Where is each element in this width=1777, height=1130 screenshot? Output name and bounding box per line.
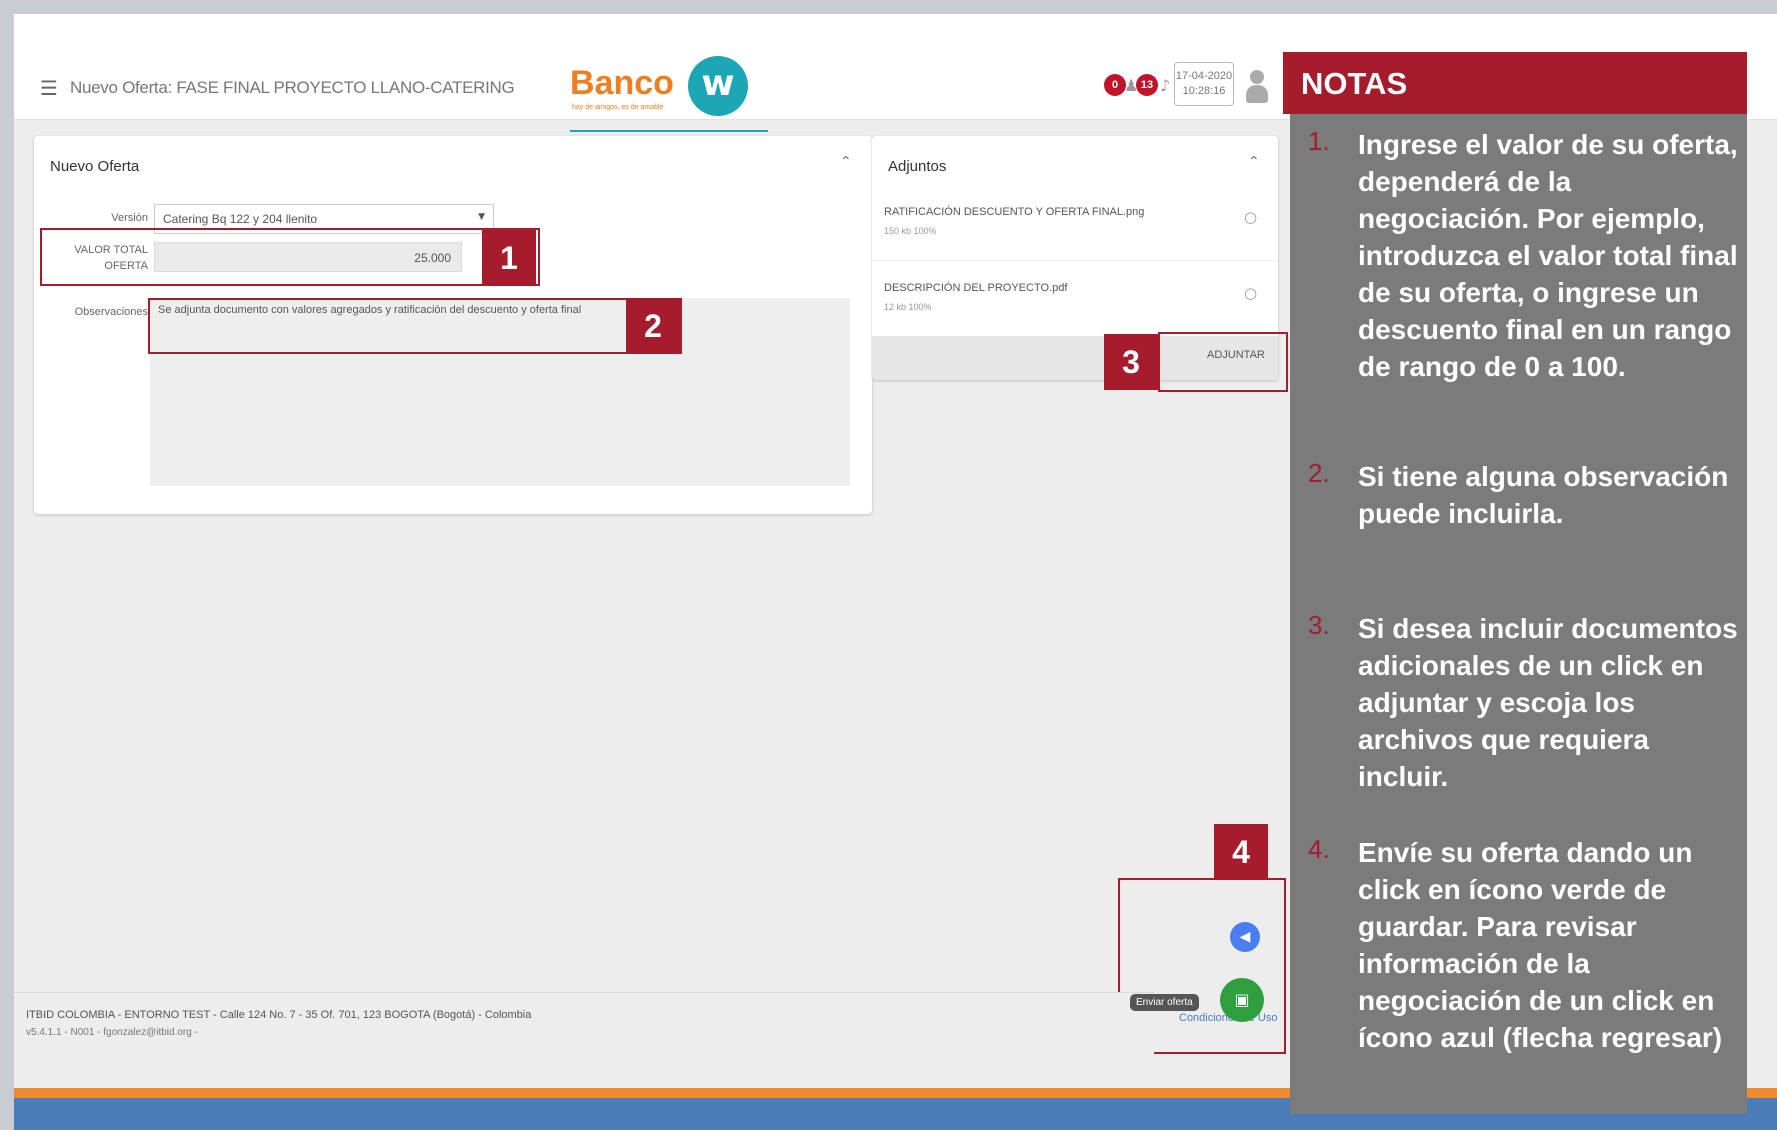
collapse-chevron-icon[interactable]: ⌃: [840, 154, 852, 170]
hamburger-menu-icon[interactable]: ☰: [40, 76, 58, 100]
footer-address: ITBID COLOMBIA - ENTORNO TEST - Calle 12…: [26, 1009, 532, 1021]
adjuntos-card-title: Adjuntos: [888, 158, 947, 175]
page-title: Nuevo Oferta: FASE FINAL PROYECTO LLANO-…: [70, 78, 515, 97]
notes-title: NOTAS: [1301, 66, 1408, 101]
attachment-remove-icon[interactable]: ○: [1244, 284, 1257, 302]
bell-icon[interactable]: ♪: [1160, 76, 1170, 95]
user-avatar-icon[interactable]: [1244, 70, 1270, 104]
oferta-card-title: Nuevo Oferta: [50, 158, 140, 175]
note-text: Ingrese el valor de su oferta, dependerá…: [1358, 129, 1738, 382]
observaciones-label: Observaciones: [74, 306, 148, 318]
note-number: 2.: [1308, 458, 1330, 488]
time-text: 10:28:16: [1182, 85, 1226, 97]
version-select-value: Catering Bq 122 y 204 llenito: [163, 212, 318, 226]
attachment-remove-icon[interactable]: ○: [1244, 208, 1257, 226]
version-label: Versión: [111, 212, 148, 224]
dropdown-caret-icon: ▼: [478, 212, 485, 222]
highlight-box-1: [40, 228, 540, 286]
notes-header: NOTAS: [1283, 52, 1747, 114]
enviar-oferta-tooltip: Enviar oferta: [1130, 994, 1199, 1011]
note-text: Si tiene alguna observación puede inclui…: [1358, 461, 1729, 529]
divider: [872, 260, 1278, 261]
callout-number-4: 4: [1214, 824, 1268, 880]
attachment-meta: 150 kb 100%: [884, 226, 937, 236]
callout-number-3: 3: [1104, 334, 1158, 390]
footer-version: v5.4.1.1 - N001 - fgonzalez@itbid.org -: [26, 1027, 198, 1038]
date-text: 17-04-2020: [1175, 70, 1233, 82]
note-text: Envíe su oferta dando un click en ícono …: [1358, 837, 1723, 1053]
note-text: Si desea incluir documentos adicionales …: [1358, 613, 1738, 792]
attachment-name: DESCRIPCIÓN DEL PROYECTO.pdf: [884, 282, 1068, 294]
note-number: 3.: [1308, 610, 1330, 640]
highlight-box-3: [1158, 332, 1288, 392]
banco-w-logo: Banco w hay de amigos, es de amable: [570, 42, 780, 132]
date-time-box: 17-04-2020 10:28:16: [1174, 62, 1234, 106]
logo-underline: [570, 130, 768, 132]
callout-number-2: 2: [626, 298, 680, 354]
app-footer: ITBID COLOMBIA - ENTORNO TEST - Calle 12…: [14, 992, 1154, 1068]
notes-panel: 1. Ingrese el valor de su oferta, depend…: [1290, 114, 1747, 1114]
note-number: 1.: [1308, 126, 1330, 156]
message-badge[interactable]: 13: [1136, 74, 1158, 96]
logo-text: Banco: [570, 64, 674, 102]
back-arrow-button[interactable]: ◀: [1230, 922, 1260, 952]
notification-badge[interactable]: 0: [1104, 74, 1126, 96]
note-number: 4.: [1308, 834, 1330, 864]
callout-number-1: 1: [482, 230, 536, 286]
logo-tagline: hay de amigos, es de amable: [572, 104, 664, 111]
save-send-button[interactable]: ▣: [1220, 978, 1264, 1022]
collapse-chevron-icon[interactable]: ⌃: [1248, 154, 1260, 170]
attachment-meta: 12 kb 100%: [884, 302, 932, 312]
logo-mark: w: [688, 56, 748, 116]
attachment-name: RATIFICACIÓN DESCUENTO Y OFERTA FINAL.pn…: [884, 206, 1145, 218]
highlight-box-2: [148, 298, 682, 354]
